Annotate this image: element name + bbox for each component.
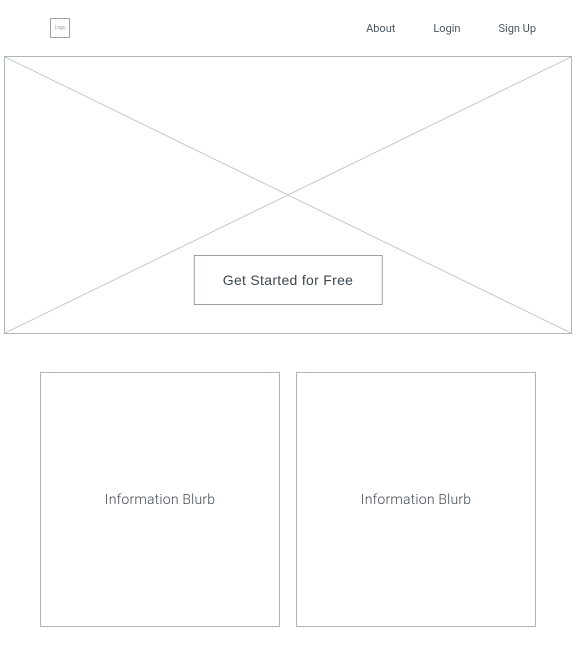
info-cards-row: Information Blurb Information Blurb: [0, 334, 576, 627]
nav-link-login[interactable]: Login: [433, 22, 460, 35]
info-card-label: Information Blurb: [361, 492, 471, 508]
info-card: Information Blurb: [40, 372, 280, 627]
nav-link-signup[interactable]: Sign Up: [499, 22, 537, 35]
get-started-button[interactable]: Get Started for Free: [194, 255, 383, 305]
info-card-label: Information Blurb: [105, 492, 215, 508]
header: Logo About Login Sign Up: [0, 0, 576, 56]
nav-link-about[interactable]: About: [366, 22, 395, 35]
logo[interactable]: Logo: [50, 18, 70, 38]
hero-image-placeholder: Get Started for Free: [4, 56, 572, 334]
nav: About Login Sign Up: [366, 22, 536, 35]
info-card: Information Blurb: [296, 372, 536, 627]
